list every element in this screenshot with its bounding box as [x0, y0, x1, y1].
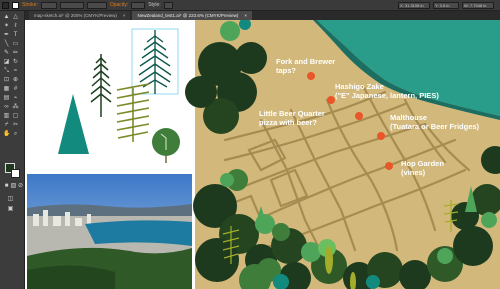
stroke-weight-field[interactable]	[40, 1, 57, 9]
style-picker[interactable]	[163, 1, 173, 9]
label-malthouse: Malthouse (Tuatara or Beer Fridges)	[390, 113, 479, 131]
hand-tool-icon[interactable]: ✋	[3, 131, 10, 137]
variable-width-field[interactable]	[59, 1, 84, 9]
artboard-tool-icon[interactable]: ▢	[12, 113, 19, 119]
round-tree-icon	[152, 128, 180, 163]
width-field[interactable]: W: 7.7948 in	[462, 1, 494, 9]
pin-hashigo-zake[interactable]	[327, 96, 335, 104]
gradient-tool-icon[interactable]: ▤	[3, 95, 10, 101]
city-map	[185, 20, 500, 289]
selection-tool-icon[interactable]: ▲	[3, 14, 10, 20]
pen-tool-icon[interactable]: ✒	[3, 32, 10, 38]
label-little-beer-quarter: Little Beer Quarter pizza with beer?	[259, 109, 325, 127]
label-fork-brewer: Fork and Brewer taps?	[276, 57, 335, 75]
pin-malthouse[interactable]	[377, 132, 385, 140]
tab-newzealand[interactable]: NewZealand_test1.ai* @ 223.6% (CMYK/Prev…	[132, 11, 252, 20]
pencil-tool-icon[interactable]: ✏	[12, 50, 19, 56]
magic-wand-tool-icon[interactable]: ✶	[3, 23, 10, 29]
control-bar: Stroke: Opacity: Style: X: 31.3108 in Y:…	[0, 0, 500, 11]
pine-tree-icon	[90, 54, 112, 117]
perspective-grid-tool-icon[interactable]: ▦	[3, 86, 10, 92]
triangle-tree-icon	[58, 94, 89, 154]
label-text: Hashigo Zake ("E" Japanese, lantern, PIE…	[335, 82, 439, 100]
label-text: Fork and Brewer taps?	[276, 57, 336, 75]
stroke-label[interactable]: Stroke:	[22, 2, 38, 8]
label-text: Little Beer Quarter pizza with beer?	[259, 109, 325, 127]
free-transform-tool-icon[interactable]: ⊡	[3, 77, 10, 83]
eyedropper-tool-icon[interactable]: ⌁	[12, 95, 19, 101]
artwork	[27, 20, 500, 289]
illustrator-window: Stroke: Opacity: Style: X: 31.3108 in Y:…	[0, 0, 500, 289]
symbol-sprayer-tool-icon[interactable]: ⁂	[12, 104, 19, 110]
eraser-tool-icon[interactable]: ◪	[3, 59, 10, 65]
opacity-field[interactable]	[131, 1, 146, 9]
y-coordinate-field[interactable]: Y: 3.5 in	[433, 1, 459, 9]
scissors-tool-icon[interactable]: ✂	[12, 122, 19, 128]
pin-hop-garden[interactable]	[385, 162, 393, 170]
draw-mode-icon[interactable]: ◫	[7, 196, 14, 202]
mesh-tool-icon[interactable]: #	[12, 86, 19, 92]
label-text: Malthouse (Tuatara or Beer Fridges)	[390, 113, 480, 131]
artboard-canvas[interactable]: Fork and Brewer taps? Hashigo Zake ("E" …	[25, 20, 500, 289]
type-tool-icon[interactable]: T	[12, 32, 19, 38]
tab-label: NewZealand_test1.ai* @ 223.6% (CMYK/Prev…	[137, 13, 239, 18]
blend-tool-icon[interactable]: ∞	[3, 104, 10, 110]
color-mode-icon[interactable]: ■	[3, 183, 10, 189]
wellington-photo	[27, 174, 192, 289]
scale-tool-icon[interactable]: ⤡	[3, 68, 10, 74]
none-mode-icon[interactable]: ⊘	[17, 183, 24, 189]
lasso-tool-icon[interactable]: ℓ	[12, 23, 19, 29]
screen-mode-icon[interactable]: ▣	[7, 206, 14, 212]
column-graph-tool-icon[interactable]: ▥	[3, 113, 10, 119]
style-label: Style:	[148, 2, 161, 8]
shape-builder-tool-icon[interactable]: ⊕	[12, 77, 19, 83]
close-icon[interactable]: ×	[244, 13, 247, 18]
pin-little-beer-quarter[interactable]	[355, 112, 363, 120]
label-hashigo-zake: Hashigo Zake ("E" Japanese, lantern, PIE…	[335, 82, 439, 100]
paintbrush-tool-icon[interactable]: ✎	[3, 50, 10, 56]
warp-tool-icon[interactable]: ≈	[12, 68, 19, 74]
slice-tool-icon[interactable]: ⌿	[3, 122, 10, 128]
opacity-label[interactable]: Opacity:	[110, 2, 128, 8]
stroke-color-icon[interactable]	[11, 169, 20, 178]
stroke-swatch[interactable]	[12, 1, 19, 9]
tree-assets	[58, 28, 180, 163]
fern-tree-icon	[116, 83, 150, 142]
direct-selection-tool-icon[interactable]: △	[12, 14, 19, 20]
tools-panel: ▲ △ ✶ ℓ ✒ T ╲ ▭ ✎ ✏ ◪ ↻ ⤡ ≈ ⊡ ⊕ ▦ # ▤ ⌁ …	[0, 11, 25, 289]
label-text: Hop Garden (vines)	[401, 159, 444, 177]
x-coordinate-field[interactable]: X: 31.3108 in	[398, 1, 430, 9]
fill-swatch[interactable]	[2, 1, 9, 9]
rectangle-tool-icon[interactable]: ▭	[12, 41, 19, 47]
document-tabs: map-sketch.ai* @ 200% (CMYK/Preview) × N…	[25, 11, 500, 20]
brush-definition-field[interactable]	[86, 1, 107, 9]
tab-map-sketch[interactable]: map-sketch.ai* @ 200% (CMYK/Preview) ×	[29, 11, 131, 20]
tab-label: map-sketch.ai* @ 200% (CMYK/Preview)	[34, 13, 117, 18]
rotate-tool-icon[interactable]: ↻	[12, 59, 19, 65]
label-hop-garden: Hop Garden (vines)	[401, 159, 444, 177]
zoom-tool-icon[interactable]: ⌕	[12, 131, 19, 137]
gradient-mode-icon[interactable]: ▧	[10, 183, 17, 189]
line-tool-icon[interactable]: ╲	[3, 41, 10, 47]
close-icon[interactable]: ×	[123, 13, 126, 18]
